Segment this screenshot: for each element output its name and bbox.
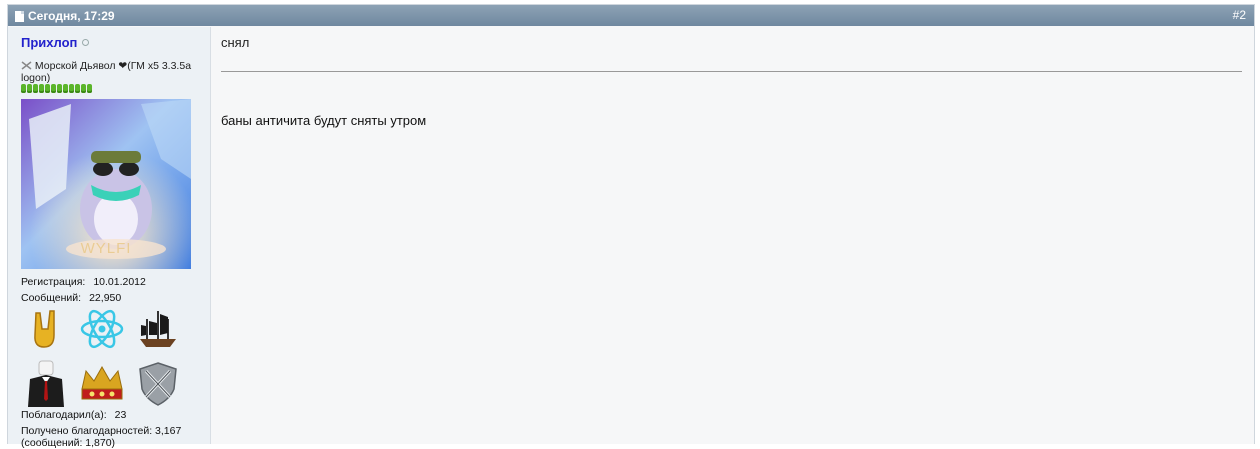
avatar-caption: WYLFI — [80, 240, 132, 257]
reputation-pip — [75, 84, 80, 93]
pirate-ship-icon[interactable] — [134, 305, 182, 353]
received-label: Получено благодарностей: — [21, 425, 153, 437]
atom-icon[interactable] — [78, 305, 126, 353]
thanked-label: Поблагодарил(а): — [21, 409, 107, 421]
reputation-pip — [33, 84, 38, 93]
post-body: баны античита будут сняты утром — [221, 113, 427, 128]
user-title-text: Морской Дьявол ❤(ГМ x5 3.3.5a logon) — [21, 60, 192, 84]
suit-man-icon[interactable] — [22, 359, 70, 407]
post-date: Сегодня, 17:29 — [15, 9, 115, 23]
registration-value: 10.01.2012 — [93, 276, 146, 288]
user-title: Морской Дьявол ❤(ГМ x5 3.3.5a logon) — [21, 60, 206, 84]
messages-value: 22,950 — [89, 292, 122, 304]
messages-label: Сообщений: — [21, 292, 82, 304]
reputation-pip — [57, 84, 62, 93]
registration-info: Регистрация: 10.01.2012 — [21, 276, 146, 288]
document-icon — [15, 10, 24, 22]
messages-info: Сообщений: 22,950 — [21, 292, 121, 304]
reputation-bar — [21, 84, 92, 93]
reputation-pip — [87, 84, 92, 93]
reputation-pip — [21, 84, 26, 93]
reputation-pip — [45, 84, 50, 93]
username-text[interactable]: Прихлоп — [21, 35, 77, 50]
post-number-link[interactable]: #2 — [1233, 8, 1246, 22]
reputation-pip — [81, 84, 86, 93]
crown-icon[interactable] — [78, 359, 126, 407]
post-title: снял — [221, 35, 250, 50]
horns-hand-icon[interactable] — [22, 305, 70, 353]
user-info-panel: Прихлоп Морской Дьявол ❤(ГМ x5 3.3.5a lo… — [8, 27, 211, 449]
registration-label: Регистрация: — [21, 276, 86, 288]
thanked-value: 23 — [114, 409, 127, 421]
post-date-text: Сегодня, 17:29 — [28, 9, 115, 23]
reputation-pip — [63, 84, 68, 93]
reputation-pip — [69, 84, 74, 93]
offline-status-icon — [82, 39, 90, 46]
reputation-pip — [51, 84, 56, 93]
crossed-swords-icon — [21, 61, 32, 70]
forum-post: Сегодня, 17:29 #2 Прихлоп Морской Дьявол… — [7, 4, 1255, 449]
reputation-pip — [27, 84, 32, 93]
avatar[interactable]: WYLFI — [21, 99, 191, 269]
post-content: снял баны античита будут сняты утром — [211, 27, 1254, 444]
divider — [221, 71, 1242, 72]
thanked-info: Поблагодарил(а): 23 — [21, 409, 126, 421]
username-link[interactable]: Прихлоп — [21, 35, 90, 50]
post-header: Сегодня, 17:29 #2 — [8, 5, 1254, 26]
awards-area — [22, 305, 192, 413]
received-messages: (сообщений: 1,870) — [21, 437, 116, 449]
received-value: 3,167 — [155, 425, 182, 437]
received-info: Получено благодарностей: 3,167 (сообщени… — [21, 425, 181, 449]
crossed-swords-shield-icon[interactable] — [134, 359, 182, 407]
reputation-pip — [39, 84, 44, 93]
